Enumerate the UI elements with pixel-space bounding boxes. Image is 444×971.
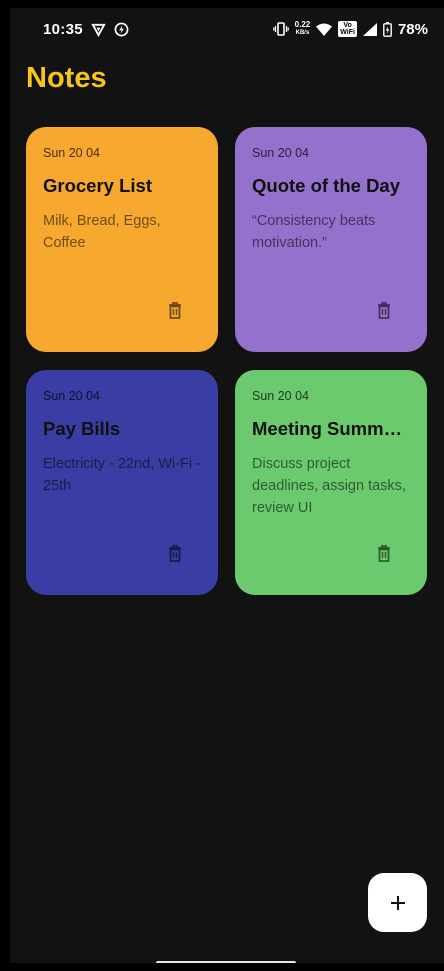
note-date: Sun 20 04	[43, 389, 100, 403]
vowifi-line-2: WiFi	[340, 29, 355, 36]
vpn-icon	[91, 22, 106, 37]
trash-icon	[378, 544, 390, 562]
note-card[interactable]: Sun 20 04 Meeting Summa… Discuss project…	[235, 370, 427, 595]
app-screen: 10:35 0.22 KB/s Vo WiFi 78% Notes Sun 20…	[0, 0, 444, 971]
device-frame-top	[0, 0, 444, 8]
note-card[interactable]: Sun 20 04 Grocery List Milk, Bread, Eggs…	[26, 127, 218, 352]
battery-percent: 78%	[397, 20, 428, 38]
note-date: Sun 20 04	[252, 146, 309, 160]
status-bar: 10:35 0.22 KB/s Vo WiFi 78%	[10, 8, 436, 50]
note-body: Electricity - 22nd, Wi-Fi - 25th	[43, 456, 201, 494]
note-title: Meeting Summa…	[252, 418, 410, 439]
data-saver-icon	[114, 22, 129, 37]
note-date: Sun 20 04	[43, 146, 100, 160]
network-speed: 0.22 KB/s	[295, 21, 311, 37]
status-bar-left: 10:35	[10, 21, 129, 38]
note-date: Sun 20 04	[252, 389, 309, 403]
delete-note-button[interactable]	[165, 300, 185, 320]
cellular-signal-icon	[362, 22, 377, 36]
page-title: Notes	[26, 62, 107, 94]
trash-icon	[378, 301, 390, 319]
note-body: Discuss project deadlines, assign tasks,…	[252, 456, 406, 516]
note-card[interactable]: Sun 20 04 Quote of the Day “Consistency …	[235, 127, 427, 352]
wifi-icon	[316, 23, 333, 36]
note-card[interactable]: Sun 20 04 Pay Bills Electricity - 22nd, …	[26, 370, 218, 595]
note-body: Milk, Bread, Eggs, Coffee	[43, 213, 161, 251]
network-speed-unit: KB/s	[295, 30, 310, 36]
vibrate-icon	[272, 22, 289, 36]
trash-icon	[169, 301, 181, 319]
notes-grid: Sun 20 04 Grocery List Milk, Bread, Eggs…	[26, 127, 427, 595]
status-time: 10:35	[43, 20, 83, 38]
delete-note-button[interactable]	[165, 543, 185, 563]
delete-note-button[interactable]	[374, 300, 394, 320]
device-frame-bottom	[0, 963, 444, 971]
device-frame-left	[0, 0, 10, 971]
trash-icon	[169, 544, 181, 562]
plus-icon	[390, 895, 405, 910]
battery-icon	[383, 21, 392, 37]
vowifi-line-1: Vo	[343, 22, 352, 29]
note-body: “Consistency beats motivation.”	[252, 213, 376, 251]
note-title: Quote of the Day	[252, 175, 401, 196]
add-note-button[interactable]	[368, 873, 427, 932]
network-speed-value: 0.22	[294, 20, 311, 29]
delete-note-button[interactable]	[374, 543, 394, 563]
status-bar-right: 0.22 KB/s Vo WiFi 78%	[272, 20, 436, 38]
vowifi-badge: Vo WiFi	[338, 21, 357, 37]
note-title: Pay Bills	[43, 418, 121, 439]
note-title: Grocery List	[43, 175, 152, 196]
